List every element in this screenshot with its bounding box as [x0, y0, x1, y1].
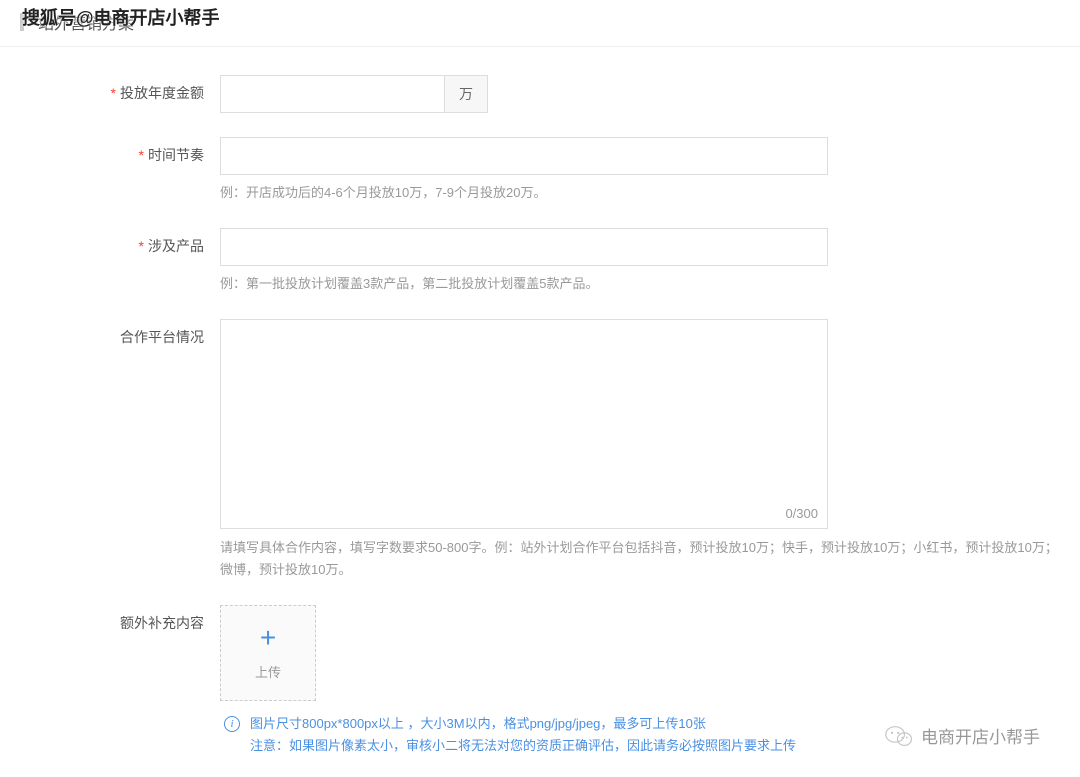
- hint-products: 例：第一批投放计划覆盖3款产品，第二批投放计划覆盖5款产品。: [220, 274, 1060, 295]
- hint-time-rhythm: 例：开店成功后的4-6个月投放10万，7-9个月投放20万。: [220, 183, 1060, 204]
- char-counter: 0/300: [785, 506, 818, 521]
- info-text: 图片尺寸800px*800px以上 ，大小3M以内，格式png/jpg/jpeg…: [250, 713, 796, 757]
- label-time-rhythm-text: 时间节奏: [148, 147, 204, 163]
- required-star: *: [139, 147, 144, 163]
- annual-amount-input[interactable]: [220, 75, 445, 113]
- info-line-2: 注意：如果图片像素太小，审核小二将无法对您的资质正确评估，因此请务必按照图片要求…: [250, 735, 796, 757]
- row-products: *涉及产品 例：第一批投放计划覆盖3款产品，第二批投放计划覆盖5款产品。: [20, 228, 1060, 295]
- bottom-watermark-text: 电商开店小帮手: [921, 723, 1040, 748]
- products-input[interactable]: [220, 228, 828, 266]
- bottom-watermark: 电商开店小帮手: [885, 723, 1040, 748]
- platform-textarea[interactable]: [220, 319, 828, 529]
- label-platform-text: 合作平台情况: [120, 329, 204, 345]
- info-line-1: 图片尺寸800px*800px以上 ，大小3M以内，格式png/jpg/jpeg…: [250, 713, 796, 735]
- required-star: *: [139, 238, 144, 254]
- label-annual-amount-text: 投放年度金额: [120, 85, 204, 101]
- row-extra: 额外补充内容 + 上传: [20, 605, 1060, 701]
- info-icon: i: [224, 716, 240, 732]
- row-annual-amount: *投放年度金额 万: [20, 75, 1060, 113]
- time-rhythm-input[interactable]: [220, 137, 828, 175]
- upload-button[interactable]: + 上传: [220, 605, 316, 701]
- suffix-wan: 万: [445, 75, 488, 113]
- label-extra: 额外补充内容: [20, 605, 220, 701]
- plus-icon: +: [260, 624, 276, 652]
- label-extra-text: 额外补充内容: [120, 615, 204, 631]
- form-container: *投放年度金额 万 *时间节奏 例：开店成功后的4-6个月投放10万，7-9个月…: [0, 47, 1080, 777]
- row-time-rhythm: *时间节奏 例：开店成功后的4-6个月投放10万，7-9个月投放20万。: [20, 137, 1060, 204]
- label-platform: 合作平台情况: [20, 319, 220, 581]
- label-time-rhythm: *时间节奏: [20, 137, 220, 204]
- row-platform: 合作平台情况 0/300 请填写具体合作内容，填写字数要求50-800字。例：站…: [20, 319, 1060, 581]
- wechat-icon: [885, 724, 913, 748]
- label-products: *涉及产品: [20, 228, 220, 295]
- upload-text: 上传: [255, 662, 281, 681]
- hint-platform: 请填写具体合作内容，填写字数要求50-800字。例：站外计划合作平台包括抖音，预…: [220, 537, 1060, 581]
- required-star: *: [111, 85, 116, 101]
- label-products-text: 涉及产品: [148, 238, 204, 254]
- label-annual-amount: *投放年度金额: [20, 75, 220, 113]
- top-watermark: 搜狐号@电商开店小帮手: [22, 4, 220, 30]
